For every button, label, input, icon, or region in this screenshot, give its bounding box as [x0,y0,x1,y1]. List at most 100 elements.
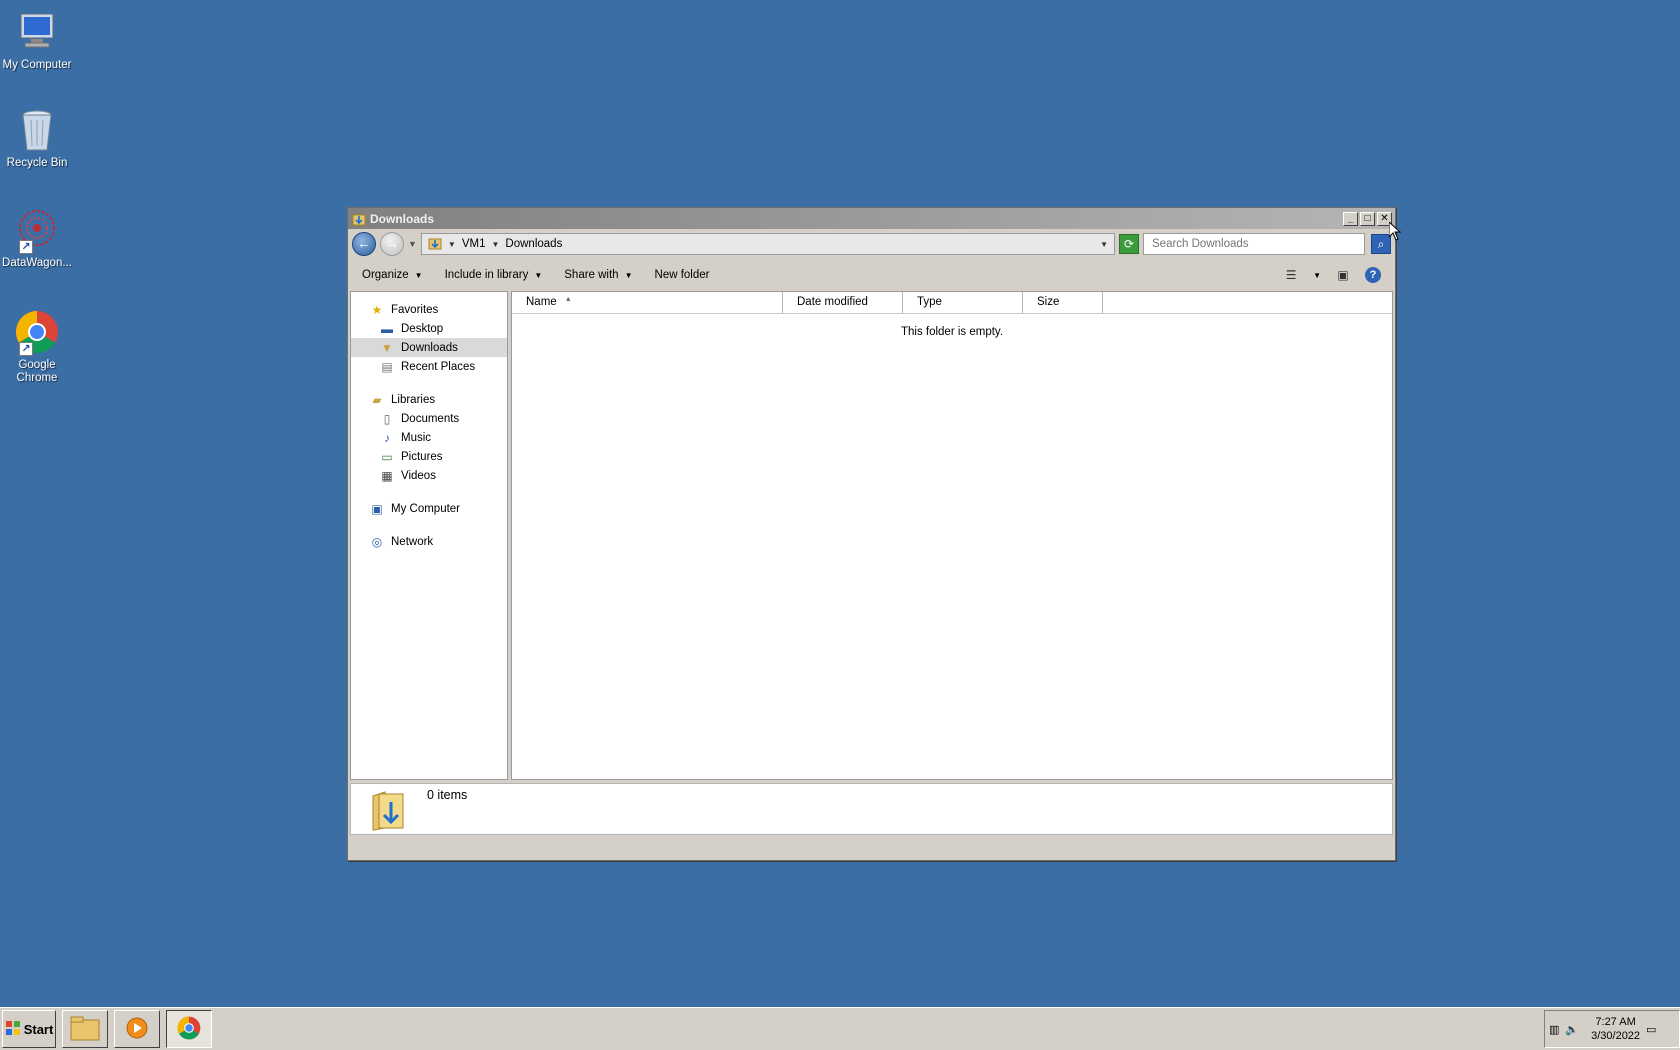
chevron-down-icon: ▼ [414,270,423,280]
nav-item-desktop[interactable]: ▬ Desktop [351,319,507,338]
breadcrumb-chevron-icon[interactable]: ▼ [448,240,456,249]
nav-item-downloads[interactable]: ▼ Downloads [351,338,507,357]
share-with-label: Share with [564,269,619,281]
desktop-icon-label: DataWagon... [2,257,72,269]
nav-item-documents[interactable]: ▯ Documents [351,409,507,428]
back-button[interactable]: ← [352,232,376,256]
include-in-library-button[interactable]: Include in library ▼ [445,269,543,281]
nav-label: Downloads [401,341,458,354]
folder-icon [70,1015,100,1044]
desktop-icon-label: Google Chrome [16,359,58,384]
documents-icon: ▯ [383,411,391,426]
nav-label: Documents [401,412,460,425]
clock-time: 7:27 AM [1595,1016,1636,1028]
address-history-chevron-icon[interactable]: ▼ [1100,240,1108,249]
title-bar[interactable]: Downloads _ □ ✕ [348,208,1395,229]
nav-item-music[interactable]: ♪ Music [351,428,507,447]
refresh-button[interactable]: ⟳ [1119,234,1139,254]
organize-button[interactable]: Organize ▼ [362,269,423,281]
folder-download-icon [371,788,409,831]
file-list[interactable]: Name ▲ Date modified Type Size This fold… [511,291,1393,780]
nav-label: Network [391,535,434,548]
maximize-button[interactable]: □ [1360,211,1375,226]
include-in-library-label: Include in library [444,269,529,281]
computer-icon: ▣ [371,501,383,516]
column-label: Type [917,296,942,308]
shortcut-arrow-icon: ↗ [19,240,33,254]
help-icon[interactable]: ? [1365,267,1381,283]
taskbar-explorer-button[interactable] [62,1010,108,1048]
nav-item-videos[interactable]: ▦ Videos [351,466,507,485]
explorer-window: Downloads _ □ ✕ ← → ▼ ▼ VM1 ▼ Downloads … [347,207,1396,861]
computer-icon [13,8,61,56]
pictures-icon: ▭ [381,449,393,464]
windows-logo-icon [5,1020,21,1039]
folder-download-icon: ▼ [381,340,393,355]
navigation-pane: ★ Favorites ▬ Desktop ▼ Downloads ▤ Rece… [350,291,508,780]
view-options-icon[interactable]: ☰ [1283,268,1299,282]
star-icon: ★ [371,302,383,317]
taskbar-chrome-button[interactable] [166,1010,212,1048]
desktop-icon-google-chrome[interactable]: ↗ Google Chrome [0,308,74,385]
column-label: Date modified [797,296,868,308]
network-status-icon[interactable]: ▥ [1549,1023,1559,1036]
taskbar-media-player-button[interactable] [114,1010,160,1048]
column-header-size[interactable]: Size [1023,292,1103,313]
share-with-button[interactable]: Share with ▼ [564,269,632,281]
nav-libraries[interactable]: ▰ Libraries [351,390,507,409]
column-header-date-modified[interactable]: Date modified [783,292,903,313]
clock[interactable]: 7:27 AM 3/30/2022 [1591,1015,1640,1043]
nav-label: Desktop [401,322,444,335]
nav-item-recent-places[interactable]: ▤ Recent Places [351,357,507,376]
music-icon: ♪ [384,430,390,445]
desktop-icon-datawagon[interactable]: ↗ DataWagon... [0,206,74,270]
item-count: 0 items [427,788,468,802]
taskbar: Start ▥ 🔈 7:27 AM 3/30/2022 ▭ [0,1007,1680,1050]
breadcrumb-downloads[interactable]: Downloads [505,238,562,250]
address-bar: ← → ▼ ▼ VM1 ▼ Downloads ▼ ⟳ ⌕ [348,229,1395,259]
folder-download-icon [428,236,442,253]
search-box[interactable] [1143,233,1365,255]
search-input[interactable] [1150,237,1364,251]
chrome-icon [176,1015,202,1044]
minimize-button[interactable]: _ [1343,211,1358,226]
preview-pane-icon[interactable]: ▣ [1335,268,1351,282]
show-desktop-icon[interactable]: ▭ [1646,1023,1656,1036]
start-button[interactable]: Start [2,1010,56,1048]
search-icon[interactable]: ⌕ [1371,234,1391,254]
chevron-down-icon: ▼ [624,270,633,280]
nav-label: Favorites [391,303,439,316]
column-header-type[interactable]: Type [903,292,1023,313]
column-header-name[interactable]: Name ▲ [512,292,783,313]
breadcrumb-chevron-icon[interactable]: ▼ [492,240,500,249]
forward-button[interactable]: → [380,232,404,256]
column-label: Name [526,296,557,308]
folder-download-icon [352,212,366,226]
system-tray: ▥ 🔈 7:27 AM 3/30/2022 ▭ [1544,1010,1680,1048]
recent-pages-chevron-icon[interactable]: ▼ [408,239,417,249]
chevron-down-icon[interactable]: ▼ [1313,271,1321,280]
nav-my-computer[interactable]: ▣ My Computer [351,499,507,518]
datawagon-icon: ↗ [13,206,61,254]
volume-icon[interactable]: 🔈 [1565,1023,1579,1036]
nav-item-pictures[interactable]: ▭ Pictures [351,447,507,466]
nav-label: Libraries [391,393,436,406]
address-field[interactable]: ▼ VM1 ▼ Downloads ▼ [420,233,1115,255]
new-folder-label: New folder [654,269,710,281]
desktop-icon-my-computer[interactable]: My Computer [0,8,74,72]
nav-favorites[interactable]: ★ Favorites [351,300,507,319]
clock-date: 3/30/2022 [1591,1030,1641,1042]
nav-label: My Computer [391,502,461,515]
nav-label: Pictures [401,450,443,463]
breadcrumb-vm1[interactable]: VM1 [462,238,486,250]
sort-ascending-icon: ▲ [564,296,572,303]
nav-network[interactable]: ◎ Network [351,532,507,551]
shortcut-arrow-icon: ↗ [19,342,33,356]
desktop-icon-label: Recycle Bin [6,157,68,169]
organize-label: Organize [362,269,409,281]
nav-label: Recent Places [401,360,476,373]
main-area: ★ Favorites ▬ Desktop ▼ Downloads ▤ Rece… [350,291,1393,780]
desktop-icon-recycle-bin[interactable]: Recycle Bin [0,106,74,170]
new-folder-button[interactable]: New folder [655,269,710,281]
videos-icon: ▦ [381,468,393,483]
